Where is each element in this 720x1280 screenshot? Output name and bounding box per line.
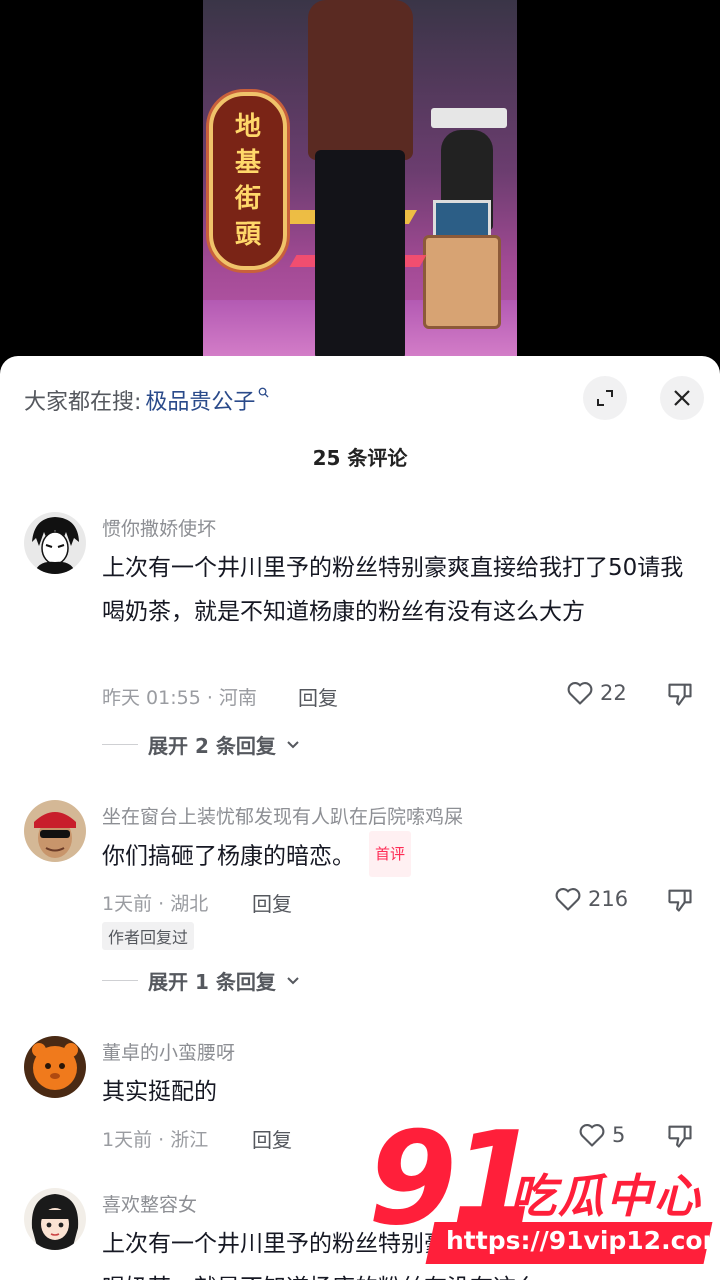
close-icon [674, 390, 690, 406]
search-icon [259, 387, 269, 398]
comment-username[interactable]: 惯你撒娇使坏 [102, 514, 216, 541]
avatar[interactable] [24, 1188, 86, 1250]
dislike-icon[interactable] [666, 1122, 694, 1150]
divider-line [102, 744, 138, 745]
chevron-down-icon [287, 976, 299, 984]
expand-replies[interactable]: 展开 2 条回复 [102, 730, 300, 759]
reply-button[interactable]: 回复 [252, 1124, 292, 1153]
avatar[interactable] [24, 800, 86, 862]
comment-text: 上次有一个井川里予的粉丝特别豪爽直接给我打了50请我喝奶茶，就是不知道杨康的粉丝… [102, 555, 684, 625]
search-term-link[interactable]: 极品贵公子 [145, 384, 255, 416]
comment-text-body: 你们搞砸了杨康的暗恋。 [102, 843, 355, 870]
comment-meta: 1天前 · 浙江 [102, 1129, 209, 1151]
comment-meta: 昨天 01:55 · 河南 [102, 687, 257, 709]
heart-icon [579, 1124, 605, 1147]
comment-meta: 1天前 · 湖北 [102, 893, 209, 915]
video-player[interactable]: 地 基 街 頭 [0, 0, 720, 380]
like-button[interactable]: 22 [566, 680, 627, 706]
performer [303, 0, 418, 360]
heart-icon [567, 682, 593, 705]
reply-button[interactable]: 回复 [252, 888, 292, 917]
sign-char: 街 [234, 184, 261, 214]
reply-button[interactable]: 回复 [298, 682, 338, 711]
first-comment-badge: 首评 [369, 831, 412, 877]
stage-speaker [423, 235, 501, 329]
expand-replies[interactable]: 展开 1 条回复 [102, 966, 300, 995]
expand-replies-label: 展开 1 条回复 [148, 970, 276, 994]
video-frame[interactable]: 地 基 街 頭 [203, 0, 517, 380]
comment-username[interactable]: 喜欢整容女 [102, 1190, 197, 1217]
stage-tv [433, 200, 491, 240]
avatar[interactable] [24, 1036, 86, 1098]
dislike-icon[interactable] [666, 680, 694, 708]
comment-count: 25 条评论 [312, 446, 408, 470]
sign-char: 地 [234, 112, 261, 142]
avatar[interactable] [24, 512, 86, 574]
watermark-text: 吃瓜中心 [510, 1169, 702, 1223]
chevron-down-icon [287, 740, 299, 748]
like-count: 216 [588, 887, 629, 911]
expand-replies-label: 展开 2 条回复 [148, 734, 276, 758]
close-button[interactable] [660, 376, 704, 420]
street-sign-board [431, 108, 507, 128]
sign-char: 基 [234, 148, 261, 178]
author-replied-tag: 作者回复过 [102, 922, 195, 950]
like-count: 22 [600, 681, 627, 705]
performer-pants [315, 150, 405, 360]
sign-char: 頭 [234, 220, 261, 250]
performer-jacket [308, 0, 413, 160]
expand-button[interactable] [583, 376, 627, 420]
stage-sign: 地 基 街 頭 [209, 92, 287, 270]
search-prefix: 大家都在搜: [24, 390, 142, 415]
like-count: 5 [612, 1123, 626, 1147]
comment-username[interactable]: 坐在窗台上装忧郁发现有人趴在后院嗦鸡屎 [102, 802, 463, 829]
heart-icon [555, 888, 581, 911]
watermark-url: https://91vip12.com [446, 1226, 720, 1255]
expand-icon [597, 390, 613, 406]
comment-username[interactable]: 董卓的小蛮腰呀 [102, 1038, 235, 1065]
comment-text: 你们搞砸了杨康的暗恋。 首评 [102, 831, 692, 880]
like-button[interactable]: 216 [554, 886, 628, 912]
dislike-icon[interactable] [666, 886, 694, 914]
like-button[interactable]: 5 [578, 1122, 625, 1148]
divider-line [102, 980, 138, 981]
comment-sheet: 大家都在搜: 极品贵公子 25 条评论 惯你撒娇使坏 上次有一个井川里予的粉丝特… [0, 356, 720, 1280]
search-suggestion[interactable]: 大家都在搜: 极品贵公子 [24, 384, 269, 416]
